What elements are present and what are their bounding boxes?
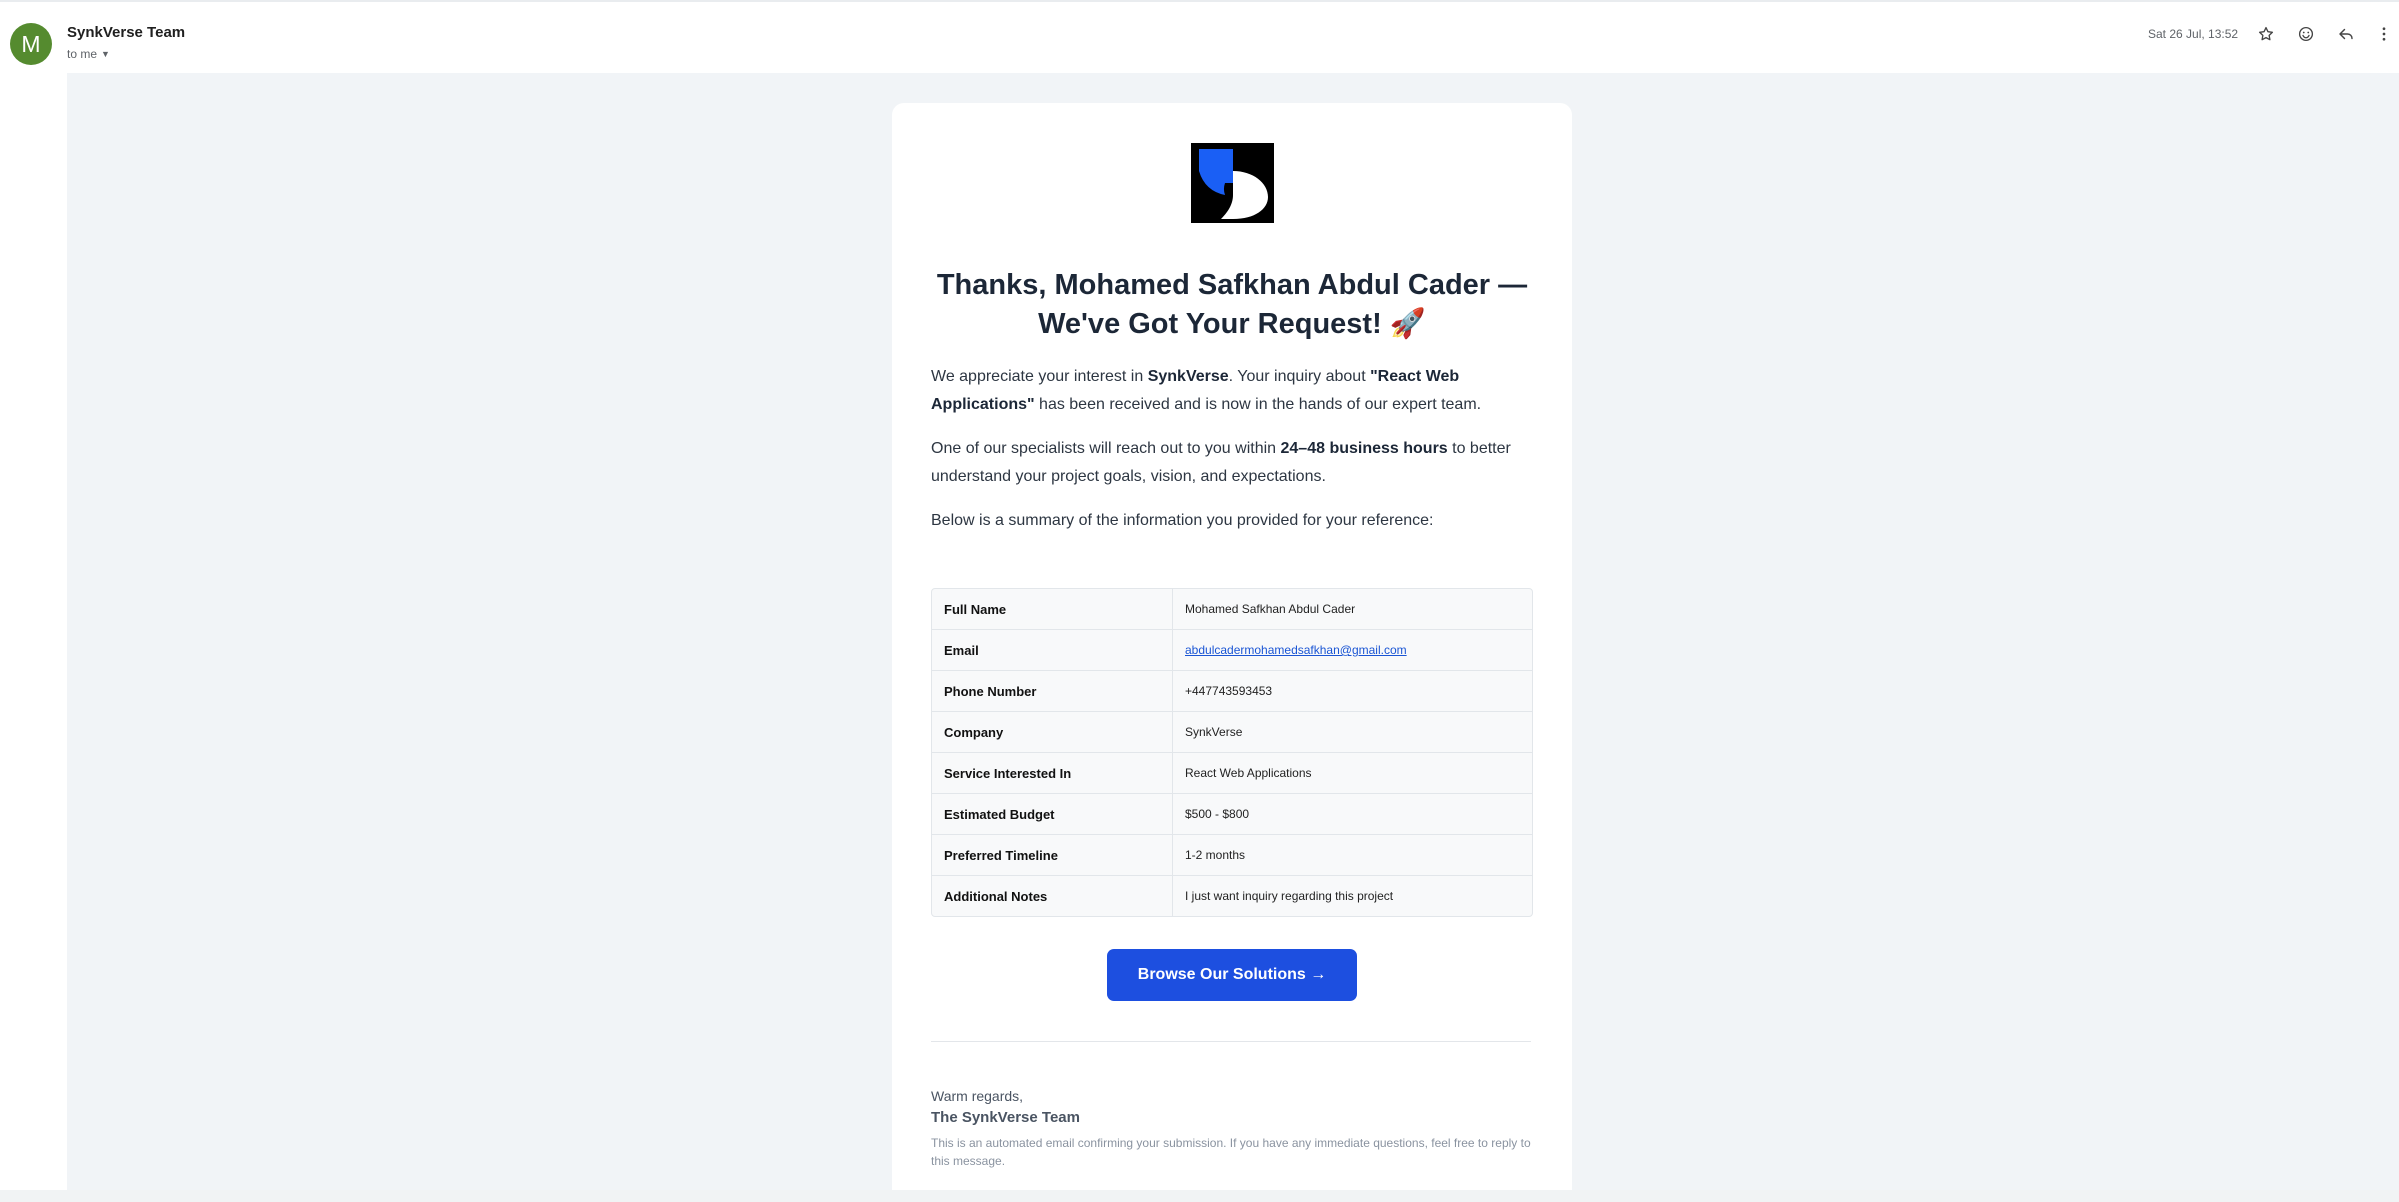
synkverse-logo [1191, 143, 1274, 223]
team-signature: The SynkVerse Team [931, 1109, 1080, 1126]
row-label: Estimated Budget [932, 794, 1173, 834]
browse-solutions-button[interactable]: Browse Our Solutions → [1107, 949, 1357, 1001]
row-value: React Web Applications [1185, 766, 1312, 780]
divider [931, 1041, 1531, 1042]
row-label: Email [932, 630, 1173, 670]
table-row: Company SynkVerse [932, 711, 1532, 752]
recipient-label: to me [67, 47, 98, 61]
row-value: $500 - $800 [1185, 807, 1250, 821]
table-row: Additional Notes I just want inquiry reg… [932, 875, 1532, 916]
email-card: Thanks, Mohamed Safkhan Abdul Cader — We… [892, 103, 1572, 1190]
row-label: Company [932, 712, 1173, 752]
submission-summary-table: Full Name Mohamed Safkhan Abdul Cader Em… [931, 588, 1533, 917]
row-value: +447743593453 [1185, 684, 1273, 698]
table-row: Estimated Budget $500 - $800 [932, 793, 1532, 834]
email-link[interactable]: abdulcadermohamedsafkhan@gmail.com [1185, 643, 1407, 657]
row-value: Mohamed Safkhan Abdul Cader [1185, 602, 1356, 616]
row-value: 1-2 months [1185, 848, 1246, 862]
email-body: Thanks, Mohamed Safkhan Abdul Cader — We… [67, 73, 2399, 1190]
followup-paragraph: One of our specialists will reach out to… [931, 440, 1511, 485]
row-label: Service Interested In [932, 753, 1173, 793]
table-row: Email abdulcadermohamedsafkhan@gmail.com [932, 629, 1532, 670]
caret-down-icon: ▼ [101, 49, 110, 59]
row-label: Full Name [932, 589, 1173, 629]
emoji-icon[interactable] [2294, 22, 2318, 46]
avatar[interactable]: M [10, 23, 52, 65]
bottom-strip [0, 1190, 2399, 1202]
table-row: Full Name Mohamed Safkhan Abdul Cader [932, 589, 1532, 629]
row-label: Phone Number [932, 671, 1173, 711]
signoff: Warm regards, [931, 1088, 1024, 1104]
reply-icon[interactable] [2334, 22, 2358, 46]
star-icon[interactable] [2254, 22, 2278, 46]
table-row: Phone Number +447743593453 [932, 670, 1532, 711]
intro-paragraph: We appreciate your interest in SynkVerse… [931, 368, 1482, 413]
email-headline: Thanks, Mohamed Safkhan Abdul Cader — We… [936, 269, 1528, 340]
automated-footnote: This is an automated email confirming yo… [931, 1136, 1531, 1168]
email-datetime: Sat 26 Jul, 13:52 [2148, 27, 2239, 41]
sender-name[interactable]: SynkVerse Team [67, 24, 185, 41]
more-vert-icon[interactable] [2372, 22, 2396, 46]
row-value: abdulcadermohamedsafkhan@gmail.com [1173, 630, 1532, 670]
summary-intro: Below is a summary of the information yo… [931, 512, 1434, 529]
row-label: Preferred Timeline [932, 835, 1173, 875]
top-edge [0, 0, 2399, 2]
table-row: Preferred Timeline 1-2 months [932, 834, 1532, 875]
row-value: I just want inquiry regarding this proje… [1185, 889, 1394, 903]
row-value: SynkVerse [1185, 725, 1243, 739]
recipient-details-toggle[interactable]: to me ▼ [67, 47, 110, 61]
table-row: Service Interested In React Web Applicat… [932, 752, 1532, 793]
row-label: Additional Notes [932, 876, 1173, 916]
